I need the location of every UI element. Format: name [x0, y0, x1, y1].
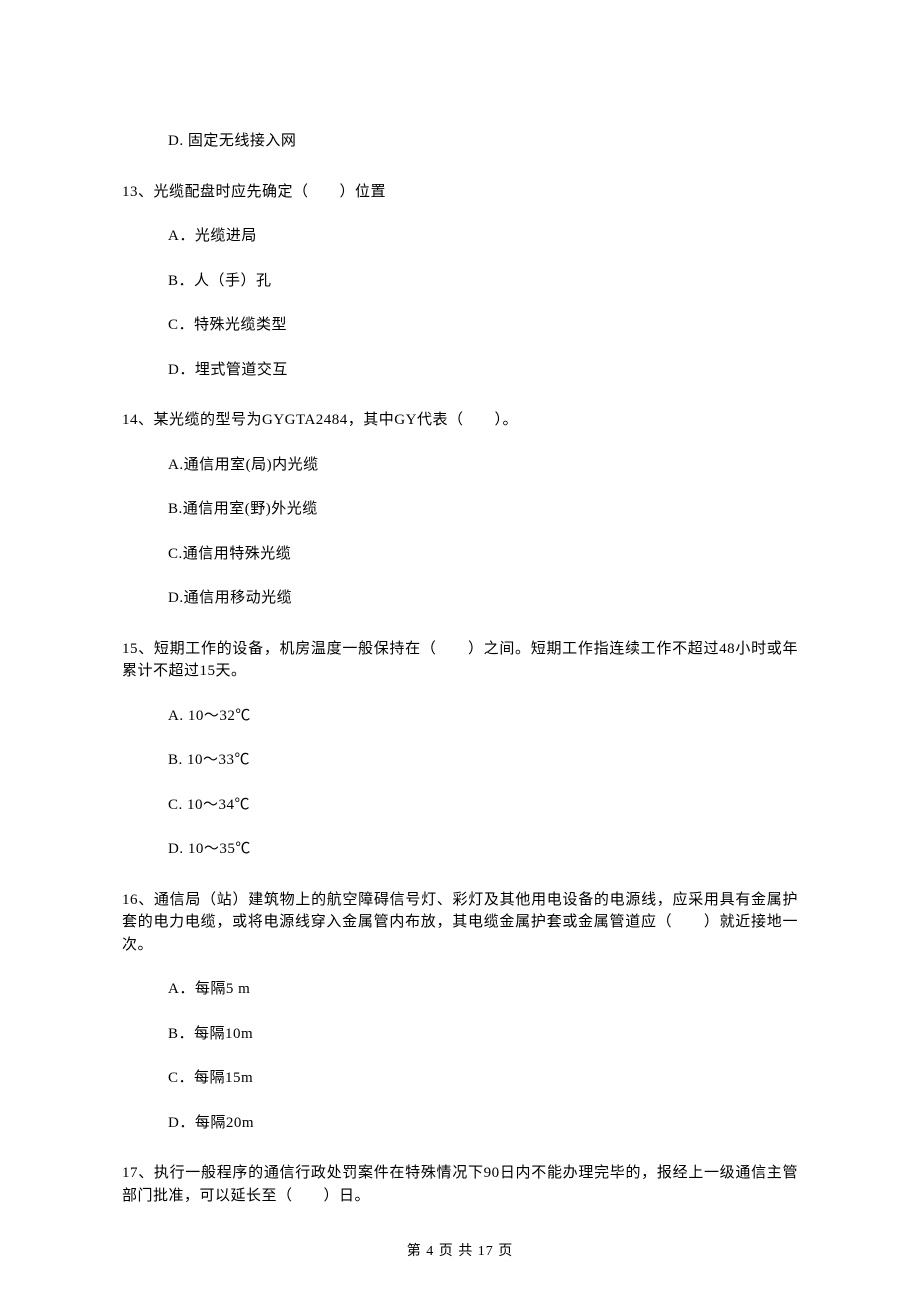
- q15-option-c: C. 10～34℃: [122, 794, 798, 817]
- q16-option-d: D．每隔20m: [122, 1112, 798, 1135]
- q15-option-a: A. 10～32℃: [122, 705, 798, 728]
- q13-option-b: B．人（手）孔: [122, 270, 798, 293]
- q14-option-b: B.通信用室(野)外光缆: [122, 498, 798, 521]
- q17-stem: 17、执行一般程序的通信行政处罚案件在特殊情况下90日内不能办理完毕的，报经上一…: [122, 1162, 798, 1207]
- page-footer: 第 4 页 共 17 页: [0, 1240, 920, 1260]
- q13-option-a: A．光缆进局: [122, 225, 798, 248]
- q16-option-b: B．每隔10m: [122, 1023, 798, 1046]
- q16-option-a: A．每隔5 m: [122, 978, 798, 1001]
- q15-option-d: D. 10～35℃: [122, 838, 798, 861]
- q13-option-c: C．特殊光缆类型: [122, 314, 798, 337]
- q15-stem: 15、短期工作的设备，机房温度一般保持在（ ）之间。短期工作指连续工作不超过48…: [122, 638, 798, 683]
- q16-option-c: C．每隔15m: [122, 1067, 798, 1090]
- q14-option-c: C.通信用特殊光缆: [122, 543, 798, 566]
- q14-option-d: D.通信用移动光缆: [122, 587, 798, 610]
- q12-option-d: D. 固定无线接入网: [122, 130, 798, 153]
- q15-option-b: B. 10～33℃: [122, 749, 798, 772]
- q14-stem: 14、某光缆的型号为GYGTA2484，其中GY代表（ ）。: [122, 409, 798, 432]
- q13-option-d: D．埋式管道交互: [122, 359, 798, 382]
- page-content: D. 固定无线接入网 13、光缆配盘时应先确定（ ）位置 A．光缆进局 B．人（…: [0, 0, 920, 1207]
- q16-stem: 16、通信局（站）建筑物上的航空障碍信号灯、彩灯及其他用电设备的电源线，应采用具…: [122, 889, 798, 957]
- q13-stem: 13、光缆配盘时应先确定（ ）位置: [122, 181, 798, 204]
- q14-option-a: A.通信用室(局)内光缆: [122, 454, 798, 477]
